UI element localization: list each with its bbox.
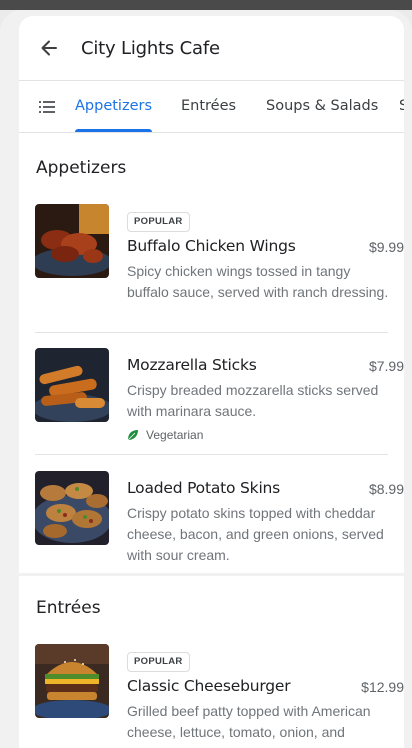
tab-soups-salads[interactable]: Soups & Salads (266, 80, 378, 132)
potato-skins-photo (35, 471, 109, 545)
menu-item[interactable]: POPULAR Buffalo Chicken Wings $9.99 Spic… (35, 204, 404, 324)
leaf-icon (127, 430, 138, 441)
item-price: $8.99 (368, 481, 404, 497)
item-description: Crispy breaded mozzarella sticks served … (127, 382, 379, 419)
status-strip (0, 0, 412, 10)
back-arrow-icon[interactable] (39, 38, 59, 58)
popular-badge: POPULAR (127, 212, 190, 232)
tab-appetizers[interactable]: Appetizers (75, 80, 152, 132)
item-name: Classic Cheeseburger (127, 677, 291, 695)
popular-badge: POPULAR (127, 652, 190, 672)
item-description: Grilled beef patty topped with American … (127, 703, 371, 748)
item-divider (35, 454, 388, 455)
menu-item[interactable]: POPULAR Classic Cheeseburger $12.99 Gril… (35, 644, 404, 748)
item-description: Spicy chicken wings tossed in tangy buff… (127, 263, 389, 300)
section-title-appetizers: Appetizers (36, 158, 127, 178)
menu-item[interactable]: Loaded Potato Skins $8.99 Crispy potato … (35, 471, 404, 566)
category-tabs: Appetizers Entrées Soups & Salads S (19, 80, 404, 132)
vegetarian-tag: Vegetarian (127, 428, 203, 442)
vegetarian-label: Vegetarian (146, 428, 204, 442)
menu-card: Entrées POPULAR Classic Cheeseburger $12… (19, 576, 404, 748)
item-name: Mozzarella Sticks (127, 356, 257, 374)
app-header: City Lights Cafe (19, 16, 404, 80)
menu-sheet: City Lights Cafe Appetizers Entrées Soup… (0, 10, 412, 748)
tab-entrees[interactable]: Entrées (181, 80, 236, 132)
tabs-divider (19, 132, 404, 133)
item-price: $9.99 (368, 239, 404, 255)
item-name: Buffalo Chicken Wings (127, 237, 296, 255)
item-description: Crispy potato skins topped with cheddar … (127, 505, 384, 563)
menu-card: City Lights Cafe Appetizers Entrées Soup… (19, 16, 404, 573)
page-title: City Lights Cafe (81, 37, 220, 59)
item-divider (35, 332, 388, 333)
mozzarella-sticks-photo (35, 348, 109, 422)
menu-item[interactable]: Mozzarella Sticks $7.99 Crispy breaded m… (35, 348, 404, 448)
tab-next[interactable]: S (399, 80, 404, 132)
section-title-entrees: Entrées (36, 598, 101, 618)
buffalo-wings-photo (35, 204, 109, 278)
menu-list-icon[interactable] (39, 100, 55, 113)
cheeseburger-photo (35, 644, 109, 718)
item-price: $7.99 (368, 358, 404, 374)
item-price: $12.99 (361, 679, 404, 695)
item-name: Loaded Potato Skins (127, 479, 281, 497)
